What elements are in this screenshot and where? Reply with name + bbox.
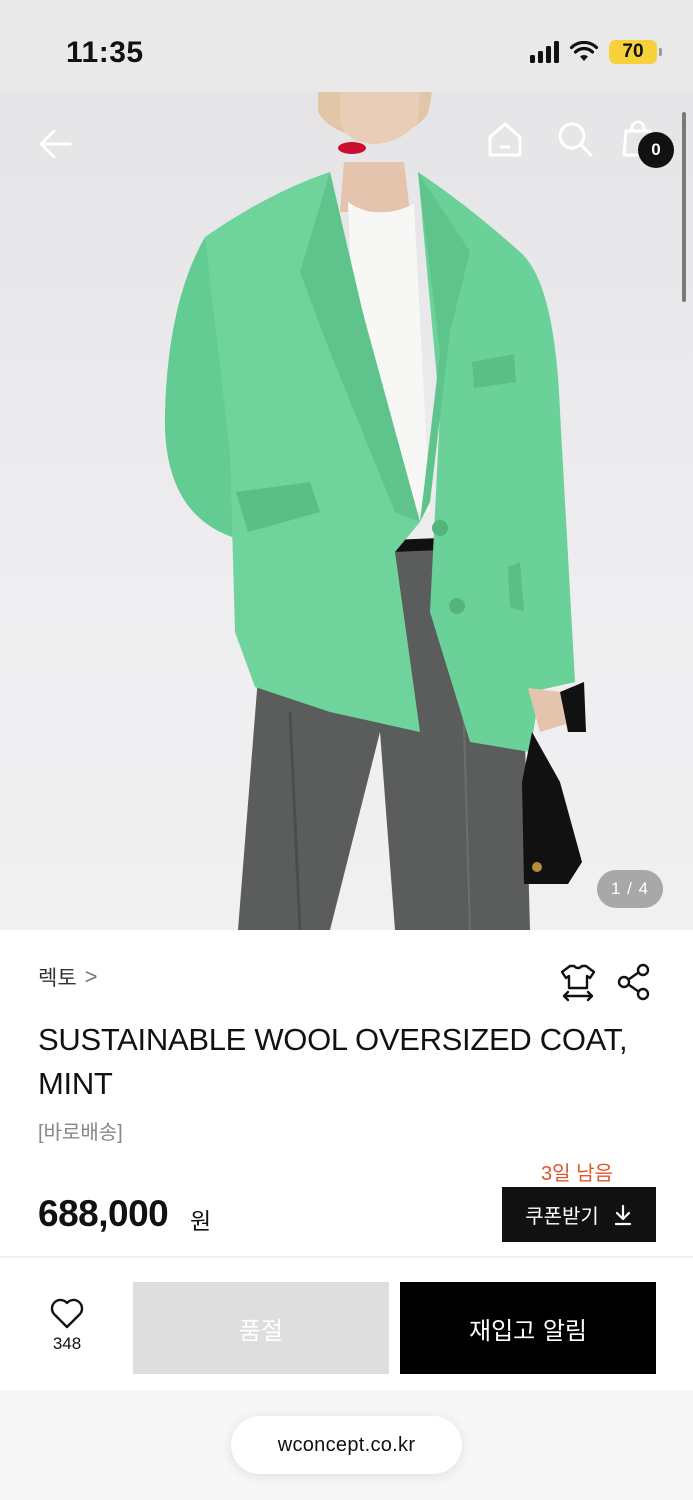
back-arrow-icon — [39, 129, 72, 159]
product-photo — [164, 92, 586, 930]
home-icon — [488, 122, 522, 157]
search-button[interactable] — [554, 118, 596, 160]
divider — [0, 1256, 693, 1258]
share-icon[interactable] — [616, 962, 652, 1002]
home-button[interactable] — [484, 118, 526, 160]
product-title: SUSTAINABLE WOOL OVERSIZED COAT, MINT — [38, 1022, 628, 1101]
product-image-gallery[interactable] — [0, 92, 693, 930]
cart-count-badge: 0 — [638, 132, 674, 168]
heart-icon — [50, 1298, 84, 1329]
wishlist-button[interactable]: 348 — [40, 1298, 94, 1354]
brand-link[interactable]: 렉토 > — [38, 962, 98, 992]
status-bar: 11:35 70 — [0, 0, 693, 92]
shipping-tag: [바로배송] — [38, 1122, 123, 1144]
battery-icon: 70 — [609, 40, 662, 64]
chevron-right-icon: > — [84, 964, 98, 989]
coupon-label: 쿠폰받기 — [525, 1206, 599, 1228]
url-bar[interactable]: wconcept.co.kr — [231, 1416, 462, 1474]
product-price: 688,000 — [38, 1193, 169, 1234]
price-unit: 원 — [190, 1208, 212, 1234]
size-guide-icon[interactable] — [558, 962, 598, 1002]
download-icon — [614, 1204, 631, 1225]
coupon-days-left: 3일 남음 — [541, 1163, 613, 1185]
soldout-button[interactable]: 품절 — [133, 1282, 389, 1374]
wifi-icon — [569, 41, 599, 61]
status-time: 11:35 — [66, 36, 144, 69]
product-info-actions — [558, 962, 652, 1002]
restock-alert-button[interactable]: 재입고 알림 — [400, 1282, 656, 1374]
back-button[interactable] — [34, 122, 78, 166]
scrollbar[interactable] — [682, 112, 686, 302]
coupon-download-button[interactable]: 쿠폰받기 — [502, 1187, 656, 1242]
signal-icon — [530, 41, 559, 63]
status-icons: 70 — [530, 40, 662, 64]
search-icon — [558, 122, 593, 157]
gallery-page-indicator: 1 / 4 — [597, 870, 663, 908]
brand-name: 렉토 — [38, 967, 77, 990]
wishlist-count: 348 — [52, 1334, 82, 1353]
